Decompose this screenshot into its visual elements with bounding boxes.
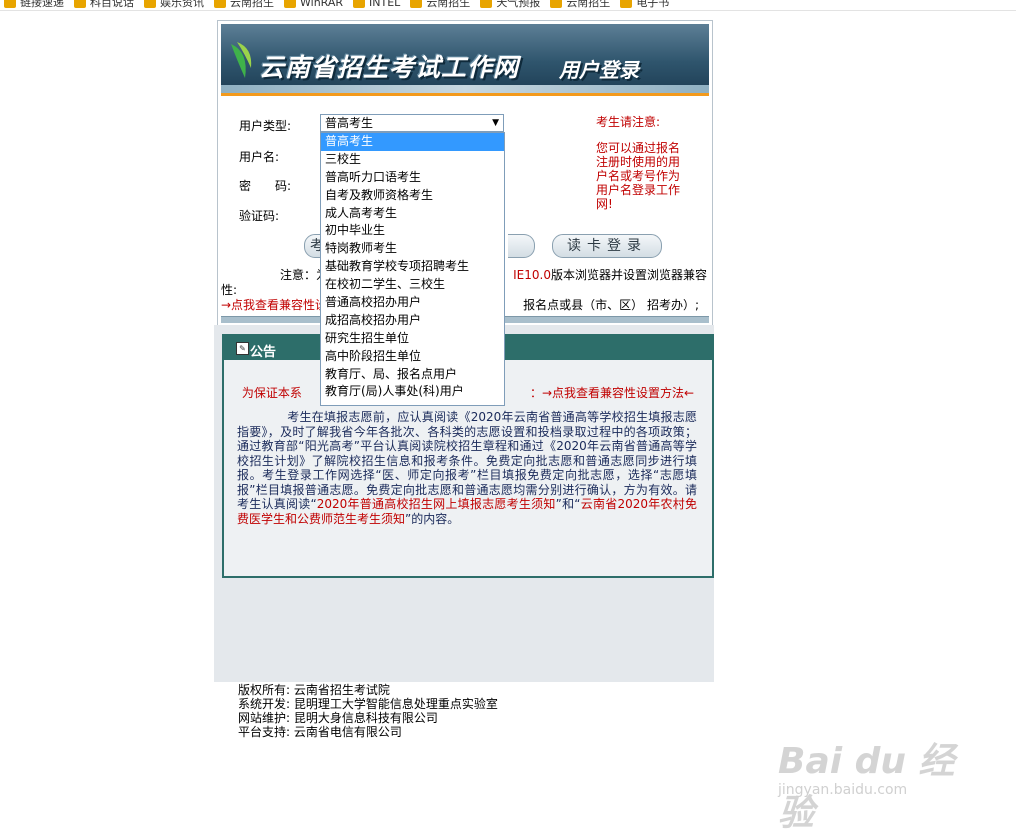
dropdown-option[interactable]: 成招高校招办用户 — [321, 312, 504, 330]
bookmark-item[interactable]: 云南招生 — [214, 0, 274, 10]
login-button-right-edge[interactable] — [508, 234, 535, 258]
bookmark-label: 链接速递 — [20, 0, 64, 9]
footer-maintenance: 网站维护: 昆明大身信息科技有限公司 — [238, 711, 438, 725]
compat-ie-version: IE10.0 — [513, 268, 551, 282]
bookmark-label: WinRAR — [300, 0, 344, 9]
bookmark-item[interactable]: 电子书 — [620, 0, 669, 10]
bookmark-label: 云南招生 — [426, 0, 471, 9]
notice-body: 您可以通过报名注册时使用的用户名或考号作为用户名登录工作网! — [596, 141, 681, 211]
bookmark-label: 云南招生 — [566, 0, 611, 9]
bookmark-item[interactable]: 链接速递 — [4, 0, 64, 10]
announcement-compat-link[interactable]: ：→点我查看兼容性设置方法← — [530, 386, 694, 400]
user-type-select[interactable]: 普高考生 ▼ — [320, 114, 504, 132]
watermark-url: jingyan.baidu.com — [778, 782, 908, 798]
bookmark-item[interactable]: 娱乐资讯 — [144, 0, 204, 10]
dropdown-option[interactable]: 教育厅、局、报名点用户 — [321, 366, 504, 384]
user-type-selected-value: 普高考生 — [325, 116, 374, 130]
announcement-text-2: ”和“ — [555, 497, 581, 511]
bookmark-label: 科目说话 — [90, 0, 134, 9]
site-logo-icon — [231, 42, 252, 78]
bookmark-item[interactable]: 云南招生 — [410, 0, 470, 10]
announcement-title: 公告 — [250, 345, 277, 360]
bookmarks-bar: 链接速递 科目说话 娱乐资讯 云南招生 WinRAR INTEL 云南招生 天气预报 云南招生 电… — [0, 0, 1016, 10]
bookmark-icon — [550, 0, 563, 8]
dropdown-option[interactable]: 普高听力口语考生 — [321, 169, 504, 187]
baidu-watermark: Bai du 经验 jingyan.baidu.com — [778, 732, 968, 834]
site-title: 云南省招生考试工作网 — [259, 53, 520, 82]
dropdown-option[interactable]: 在校初二学生、三校生 — [321, 276, 504, 294]
compat-prefix: 注意：为 — [280, 268, 329, 282]
bookmark-label: 天气预报 — [496, 0, 541, 9]
banner-divider — [221, 93, 709, 96]
page-footer: 版权所有: 云南省招生考试院 系统开发: 昆明理工大学智能信息处理重点实验室 网… — [238, 683, 498, 739]
chevron-down-icon[interactable]: ▼ — [492, 115, 499, 131]
bookmark-label: INTEL — [369, 0, 401, 9]
bookmark-icon — [620, 0, 633, 8]
site-banner: 云南省招生考试工作网 用户登录 — [221, 24, 709, 93]
compat-settings-link[interactable]: →点我查看兼容性设 — [221, 298, 327, 313]
bookmark-label: 娱乐资讯 — [160, 0, 204, 9]
announcement-text-3: ”的内容。 — [405, 511, 460, 526]
announcement-compat-left: 为保证本系 — [241, 386, 302, 400]
dropdown-option[interactable]: 自考及教师资格考生 — [321, 187, 504, 205]
dropdown-option[interactable]: 研究生招生单位 — [321, 330, 504, 348]
bookmark-label: 云南招生 — [230, 0, 274, 9]
bookmark-icon — [4, 0, 16, 8]
announcement-body: 考生在填报志愿前，应认真阅读《2020年云南省普通高等学校招生填报志愿指要》，及… — [237, 410, 697, 526]
dropdown-option[interactable]: 三校生 — [321, 151, 504, 169]
footer-platform: 平台支持: 云南省电信有限公司 — [238, 725, 402, 739]
compat-suffix: 版本浏览器并设置浏览器兼容 — [550, 268, 707, 282]
bookmark-icon — [353, 0, 366, 8]
dropdown-option[interactable]: 特岗教师考生 — [321, 240, 504, 258]
bookmark-item[interactable]: 科目说话 — [74, 0, 134, 10]
announcement-link-1[interactable]: 2020年普通高校招生网上填报志愿考生须知 — [317, 497, 556, 511]
dropdown-option[interactable]: 普高考生 — [321, 133, 504, 151]
dropdown-option[interactable]: 成人高考考生 — [321, 205, 504, 223]
password-label: 密 码: — [239, 179, 292, 193]
dropdown-option[interactable]: 高中阶段招生单位 — [321, 348, 504, 366]
bookmark-icon — [144, 0, 156, 8]
banner-stripe — [221, 85, 709, 93]
dropdown-option[interactable]: 普通高校招办用户 — [321, 294, 504, 312]
user-type-label: 用户类型: — [239, 119, 292, 133]
edit-icon: ✎ — [236, 342, 249, 355]
bookmark-item[interactable]: 天气预报 — [480, 0, 540, 10]
login-subtitle: 用户登录 — [559, 58, 639, 82]
dropdown-option[interactable]: 教育厅(局)人事处(科)用户 — [321, 383, 504, 401]
bookmark-item[interactable]: WinRAR — [284, 0, 343, 10]
bookmark-icon — [410, 0, 423, 8]
footer-developer: 系统开发: 昆明理工大学智能信息处理重点实验室 — [238, 697, 498, 711]
compat-tail: 报名点或县（市、区） 招考办）; — [523, 298, 699, 312]
announcement-text-1: 考生在填报志愿前，应认真阅读《2020年云南省普通高等学校招生填报志愿指要》，及… — [237, 410, 697, 511]
footer-copyright: 版权所有: 云南省招生考试院 — [238, 683, 390, 697]
bookmark-icon — [214, 0, 226, 8]
bookmarks-divider — [0, 10, 1016, 11]
dropdown-option[interactable]: 初中毕业生 — [321, 222, 504, 240]
bookmark-item[interactable]: 云南招生 — [550, 0, 610, 10]
notice-title: 考生请注意: — [596, 115, 661, 129]
bookmark-label: 电子书 — [636, 0, 670, 9]
bookmark-icon — [284, 0, 296, 8]
dropdown-option[interactable]: 基础教育学校专项招聘考生 — [321, 258, 504, 276]
bookmark-icon — [480, 0, 493, 8]
user-type-dropdown[interactable]: 普高考生 三校生 普高听力口语考生 自考及教师资格考生 成人高考考生 初中毕业生 特岗教师考… — [320, 132, 505, 406]
bookmark-icon — [74, 0, 86, 8]
bookmark-item[interactable]: INTEL — [353, 0, 400, 10]
username-label: 用户名: — [239, 150, 280, 164]
captcha-label: 验证码: — [239, 209, 280, 223]
read-card-login-button[interactable]: 读卡登录 — [552, 234, 662, 258]
